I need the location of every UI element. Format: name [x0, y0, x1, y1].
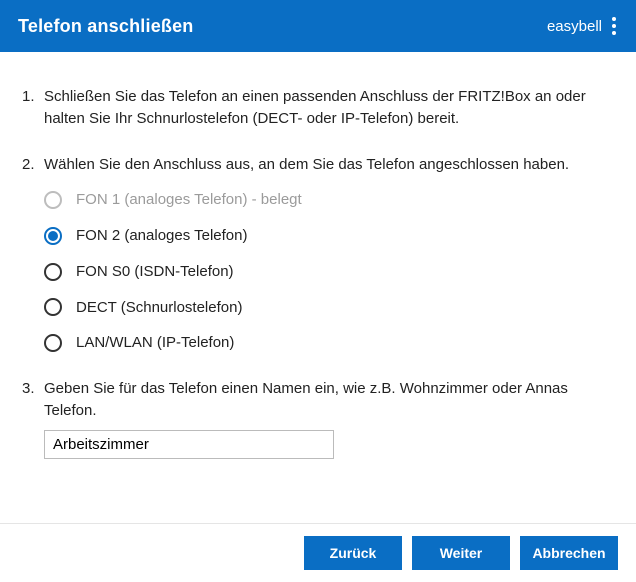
header-right: easybell: [547, 13, 618, 39]
dialog-header: Telefon anschließen easybell: [0, 0, 636, 52]
step-2: Wählen Sie den Anschluss aus, an dem Sie…: [22, 154, 614, 355]
option-fon2[interactable]: FON 2 (analoges Telefon): [44, 225, 614, 247]
option-label: FON S0 (ISDN-Telefon): [76, 261, 234, 283]
provider-brand: easybell: [547, 18, 602, 35]
step-1-text: Schließen Sie das Telefon an einen passe…: [22, 86, 614, 130]
option-label: FON 1 (analoges Telefon) - belegt: [76, 189, 302, 211]
radio-icon: [44, 227, 62, 245]
step-3-text: Geben Sie für das Telefon einen Namen ei…: [44, 380, 568, 419]
page-title: Telefon anschließen: [18, 16, 194, 37]
radio-icon: [44, 191, 62, 209]
option-label: LAN/WLAN (IP-Telefon): [76, 332, 234, 354]
phone-name-input[interactable]: [44, 430, 334, 459]
option-label: DECT (Schnurlostelefon): [76, 297, 242, 319]
option-label: FON 2 (analoges Telefon): [76, 225, 247, 247]
radio-icon: [44, 334, 62, 352]
next-button[interactable]: Weiter: [412, 536, 510, 570]
option-fon1: FON 1 (analoges Telefon) - belegt: [44, 189, 614, 211]
connection-options: FON 1 (analoges Telefon) - belegt FON 2 …: [44, 189, 614, 354]
option-lanwlan[interactable]: LAN/WLAN (IP-Telefon): [44, 332, 614, 354]
cancel-button[interactable]: Abbrechen: [520, 536, 618, 570]
more-menu-icon[interactable]: [610, 13, 618, 39]
back-button[interactable]: Zurück: [304, 536, 402, 570]
option-dect[interactable]: DECT (Schnurlostelefon): [44, 297, 614, 319]
option-fons0[interactable]: FON S0 (ISDN-Telefon): [44, 261, 614, 283]
step-2-text: Wählen Sie den Anschluss aus, an dem Sie…: [44, 156, 569, 173]
dialog-content: Schließen Sie das Telefon an einen passe…: [0, 52, 636, 523]
radio-icon: [44, 263, 62, 281]
radio-icon: [44, 298, 62, 316]
step-3: Geben Sie für das Telefon einen Namen ei…: [22, 378, 614, 459]
